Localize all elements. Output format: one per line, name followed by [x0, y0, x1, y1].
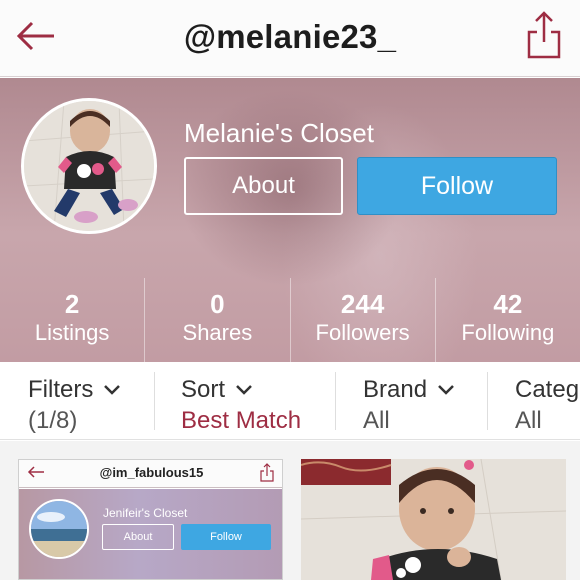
- listing-image-follow: Follow: [181, 524, 271, 550]
- filter-value: (1/8): [28, 407, 78, 434]
- about-button[interactable]: About: [184, 157, 343, 215]
- stat-value: 244: [340, 289, 385, 319]
- listing-image-banner: Jenifeir's Closet About Follow: [19, 489, 282, 579]
- chevron-down-icon: [438, 385, 454, 395]
- stat-label: Following: [461, 320, 555, 345]
- share-icon: [527, 11, 561, 59]
- stat-value: 0: [210, 289, 225, 319]
- filter-value: All: [363, 407, 390, 434]
- stat-shares[interactable]: 0 Shares: [145, 278, 291, 362]
- stat-label: Shares: [182, 320, 253, 345]
- stat-label: Listings: [34, 320, 110, 345]
- listing-card[interactable]: @im_fabulous15 Jenifeir's Closet About F…: [18, 459, 283, 580]
- listing-image-about: About: [102, 524, 174, 550]
- sort-dropdown[interactable]: Sort Best Match: [181, 362, 301, 440]
- chevron-down-icon: [236, 385, 252, 395]
- beach-photo: [31, 501, 87, 557]
- closet-name: Melanie's Closet: [184, 118, 374, 148]
- chevron-down-icon: [104, 385, 121, 395]
- category-dropdown[interactable]: Categ All: [515, 362, 579, 440]
- listing-image-handle: @im_fabulous15: [99, 465, 204, 480]
- brand-dropdown[interactable]: Brand All: [363, 362, 455, 440]
- filter-title: Filters: [28, 376, 94, 403]
- stat-value: 2: [64, 289, 80, 319]
- avatar[interactable]: [21, 98, 157, 234]
- stat-followers[interactable]: 244 Followers: [291, 278, 436, 362]
- top-nav-bar: @melanie23_: [0, 0, 580, 77]
- filter-value: Best Match: [181, 407, 302, 434]
- share-icon: [260, 463, 274, 482]
- divider: [487, 372, 488, 430]
- listing-image-topbar: @im_fabulous15: [19, 460, 282, 488]
- listing-card[interactable]: [301, 459, 566, 580]
- stat-value: 42: [493, 289, 523, 319]
- stat-listings[interactable]: 2 Listings: [0, 278, 146, 362]
- avatar-photo: [24, 101, 154, 231]
- listing-image-avatar: [29, 499, 89, 559]
- stat-label: Followers: [315, 320, 410, 345]
- stat-following[interactable]: 42 Following: [436, 278, 580, 362]
- page-title-handle: @melanie23_: [183, 18, 397, 55]
- filter-value: All: [515, 407, 542, 434]
- follow-button[interactable]: Follow: [357, 157, 557, 215]
- divider: [335, 372, 336, 430]
- listing-image-closet-name: Jenifeir's Closet: [103, 506, 188, 520]
- listings-grid: @im_fabulous15 Jenifeir's Closet About F…: [0, 441, 580, 580]
- filter-title: Categ: [515, 376, 580, 403]
- divider: [154, 372, 155, 430]
- profile-stats: 2 Listings 0 Shares 244 Followers 42 Fol…: [0, 278, 580, 362]
- listing-photo: [301, 459, 566, 580]
- filter-title: Sort: [181, 376, 226, 403]
- filter-bar: Filters (1/8) Sort Best Match Brand All …: [0, 362, 580, 440]
- filter-title: Brand: [363, 376, 428, 403]
- profile-header: Melanie's Closet About Follow 2 Listings…: [0, 78, 580, 362]
- share-button[interactable]: [526, 10, 562, 60]
- filters-dropdown[interactable]: Filters (1/8): [28, 362, 121, 440]
